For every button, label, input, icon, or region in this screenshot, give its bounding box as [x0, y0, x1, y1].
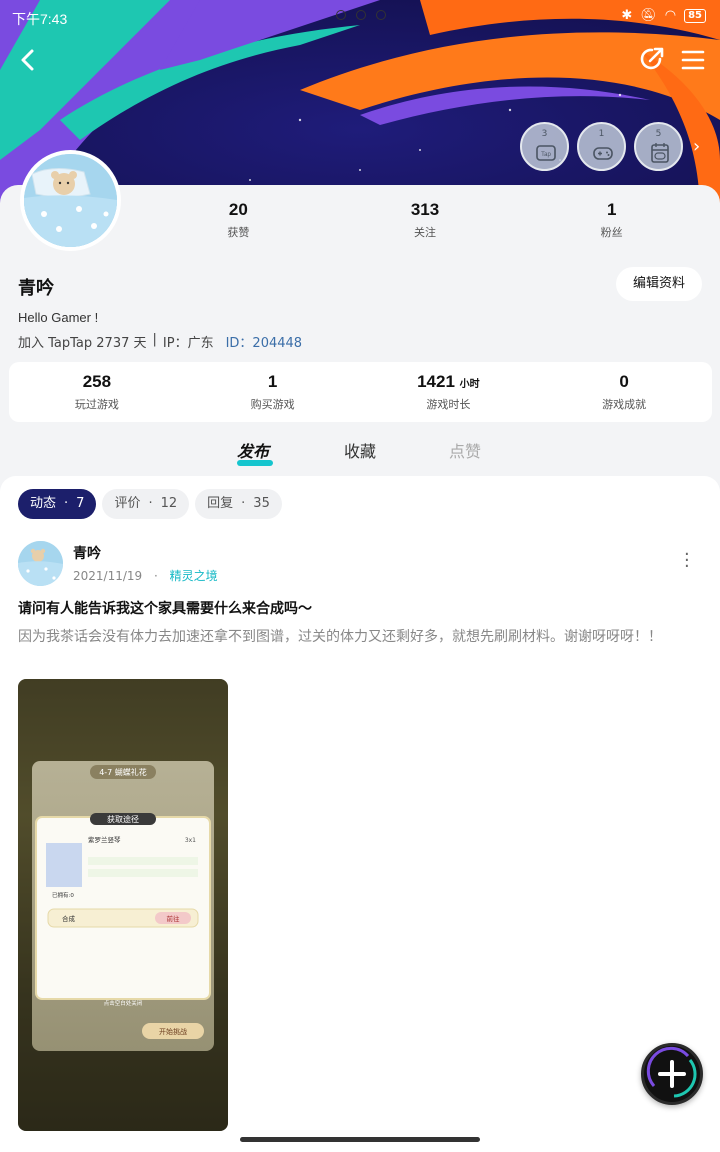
status-icons: ✱ 🔕︎ ◠ 85 [621, 8, 706, 23]
edit-profile-button[interactable]: 编辑资料 [616, 267, 702, 301]
badge-tap[interactable]: 3 Tap [520, 122, 569, 171]
stat-purchased-games[interactable]: 1 购买游戏 [185, 362, 361, 422]
tap-icon: Tap [536, 145, 556, 161]
filter-moments[interactable]: 动态 · 7 [18, 489, 97, 519]
mute-icon: 🔕︎ [640, 8, 657, 23]
stat-likes[interactable]: 20 获赞 [145, 200, 332, 240]
screenshot-go: 前往 [167, 914, 181, 923]
feed-panel: 动态 · 7 评价 · 12 回复 · 35 青吟 2021/11/19 · 精灵之境 · ·… [0, 476, 720, 1152]
avatar[interactable] [20, 150, 121, 251]
post-image[interactable]: 4-7 蝴蝶礼花 获取途径 紫罗兰竖琴 3x1 已拥有:0 合成 前往 点击空白… [18, 679, 228, 1131]
badge-calendar[interactable]: 5 [634, 122, 683, 171]
profile-meta: 加入 TapTap 2737 天 | IP：广东 ID：204448 [18, 332, 302, 351]
status-bar: 下午7:43 ✱ 🔕︎ ◠ 85 [0, 0, 720, 34]
screenshot-item-count: 3x1 [185, 837, 196, 844]
achievement-badges[interactable]: 3 Tap 1 5 › [520, 122, 700, 171]
bluetooth-icon: ✱ [621, 8, 633, 23]
screenshot-popup-title: 获取途径 [107, 814, 139, 824]
post-body[interactable]: 因为我茶话会没有体力去加速还拿不到图谱，过关的体力又还剩好多，就想先刷刷材料。谢… [18, 624, 702, 650]
user-id[interactable]: ID：204448 [226, 332, 302, 351]
bear-avatar-image [18, 541, 63, 586]
screenshot-item-name: 紫罗兰竖琴 [88, 835, 121, 844]
bear-avatar-image [24, 154, 117, 247]
profile-name: 青吟 [18, 278, 54, 299]
filter-replies[interactable]: 回复 · 35 [195, 489, 282, 519]
screenshot-source: 合成 [62, 914, 76, 923]
post-group-link[interactable]: 精灵之境 [170, 569, 218, 583]
screenshot-start: 开始挑战 [159, 1027, 187, 1036]
share-icon[interactable] [638, 45, 666, 73]
stat-played-games[interactable]: 258 玩过游戏 [9, 362, 185, 422]
tab-posts[interactable]: 发布 [237, 438, 274, 466]
post-title[interactable]: 请问有人能告诉我这个家具需要什么来合成吗～ [18, 598, 312, 618]
stat-followers[interactable]: 1 粉丝 [518, 200, 705, 240]
ip-location: IP：广东 [162, 336, 214, 351]
social-stats: 20 获赞 313 关注 1 粉丝 [145, 200, 705, 240]
more-options-icon[interactable]: · · · [684, 546, 690, 576]
divider: | [152, 332, 157, 347]
plus-icon [646, 1046, 697, 1098]
window-dots[interactable] [336, 10, 386, 20]
wifi-icon: ◠ [664, 8, 677, 23]
game-stats: 258 玩过游戏 1 购买游戏 1421 小时 游戏时长 0 游戏成就 [9, 362, 712, 422]
game-screenshot: 4-7 蝴蝶礼花 获取途径 紫罗兰竖琴 3x1 已拥有:0 合成 前往 点击空白… [18, 679, 228, 1131]
chevron-right-icon[interactable]: › [693, 136, 700, 157]
joined-days: 加入 TapTap 2737 天 [18, 336, 147, 351]
screenshot-stage-title: 4-7 蝴蝶礼花 [99, 767, 147, 777]
filter-reviews[interactable]: 评价 · 12 [102, 489, 190, 519]
battery-icon: 85 [684, 8, 706, 23]
screenshot-owned: 已拥有:0 [52, 891, 74, 899]
post-author-avatar[interactable] [18, 541, 63, 586]
post-date: 2021/11/19 [73, 569, 143, 583]
post-author-name[interactable]: 青吟 [73, 543, 101, 563]
gamepad-icon [593, 147, 613, 160]
badge-gamepad[interactable]: 1 [577, 122, 626, 171]
stat-following[interactable]: 313 关注 [332, 200, 519, 240]
menu-icon[interactable] [680, 47, 706, 73]
stat-play-time[interactable]: 1421 小时 游戏时长 [361, 362, 537, 422]
back-icon[interactable] [14, 46, 42, 74]
status-time: 下午7:43 [12, 11, 68, 27]
tab-favorites[interactable]: 收藏 [344, 438, 376, 462]
calendar-gamepad-icon [651, 143, 669, 163]
tab-likes[interactable]: 点赞 [449, 438, 481, 462]
svg-text:Tap: Tap [541, 152, 551, 158]
home-indicator[interactable] [240, 1137, 480, 1142]
stat-achievements[interactable]: 0 游戏成就 [536, 362, 712, 422]
profile-bio: Hello Gamer ! [18, 310, 99, 325]
create-post-button[interactable] [641, 1043, 703, 1105]
feed-filters: 动态 · 7 评价 · 12 回复 · 35 [18, 489, 282, 519]
post-meta: 2021/11/19 · 精灵之境 [73, 569, 218, 583]
screenshot-close-hint: 点击空白处关闭 [104, 999, 143, 1007]
